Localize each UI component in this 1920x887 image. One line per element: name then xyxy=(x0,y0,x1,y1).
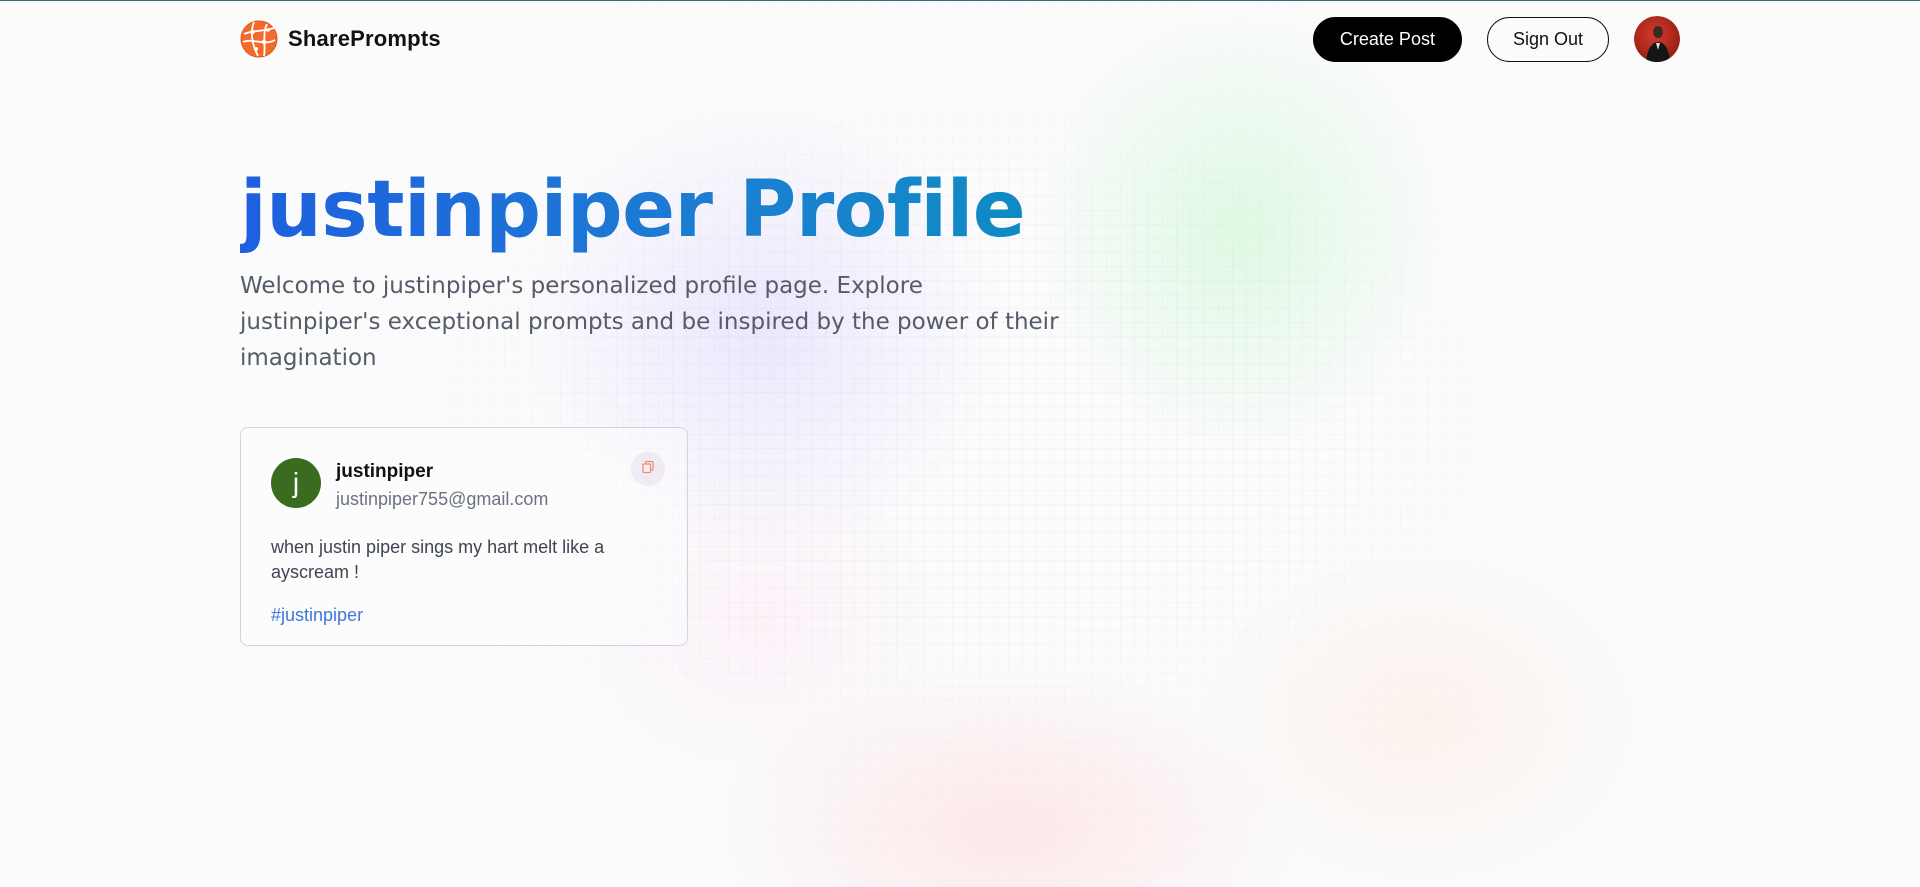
copy-icon xyxy=(641,460,655,479)
navbar: SharePrompts Create Post Sign Out xyxy=(240,16,1680,62)
prompt-tag[interactable]: #justinpiper xyxy=(271,605,363,626)
create-post-button[interactable]: Create Post xyxy=(1312,16,1462,62)
user-avatar[interactable] xyxy=(1634,16,1680,62)
page-title: justinpiper Profile xyxy=(240,160,1140,260)
page-description: Welcome to justinpiper's personalized pr… xyxy=(240,273,1059,371)
prompt-card: j justinpiper justinpiper755@gmail.com w… xyxy=(240,427,688,646)
profile-page: SharePrompts Create Post Sign Out justin… xyxy=(0,0,1920,887)
globe-logo-icon xyxy=(240,20,278,58)
copy-button[interactable] xyxy=(631,452,665,486)
author-info[interactable]: justinpiper justinpiper755@gmail.com xyxy=(336,458,548,511)
profile-hero: justinpiper Profile Welcome to justinpip… xyxy=(240,160,1140,376)
author-avatar[interactable]: j xyxy=(271,458,321,508)
sign-out-button[interactable]: Sign Out xyxy=(1486,16,1609,62)
brand-name: SharePrompts xyxy=(288,26,441,51)
author-email: justinpiper755@gmail.com xyxy=(336,489,549,509)
nav-actions: Create Post Sign Out xyxy=(1312,16,1680,62)
prompt-card-header: j justinpiper justinpiper755@gmail.com xyxy=(271,452,665,511)
brand-link[interactable]: SharePrompts xyxy=(240,20,441,58)
author-username: justinpiper xyxy=(336,461,434,482)
prompt-text: when justin piper sings my hart melt lik… xyxy=(271,537,605,582)
